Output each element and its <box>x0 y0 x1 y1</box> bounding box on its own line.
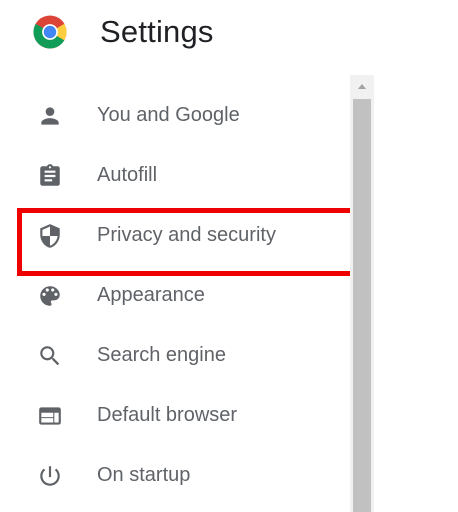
power-icon <box>37 463 63 489</box>
search-icon <box>37 343 63 369</box>
page-title: Settings <box>100 14 214 49</box>
sidebar-item-label: Search engine <box>97 344 226 366</box>
sidebar-item-label: Default browser <box>97 404 238 426</box>
clipboard-icon <box>37 163 63 189</box>
sidebar-item-autofill[interactable]: Autofill <box>0 145 345 205</box>
palette-icon <box>37 283 63 309</box>
scrollbar[interactable] <box>350 75 374 512</box>
sidebar-item-on-startup[interactable]: On startup <box>0 445 345 505</box>
scroll-up-arrow-icon[interactable] <box>350 75 374 97</box>
shield-icon <box>37 223 63 249</box>
sidebar-item-label: You and Google <box>97 104 240 126</box>
sidebar-item-label: On startup <box>97 464 191 486</box>
sidebar-item-appearance[interactable]: Appearance <box>0 265 345 325</box>
sidebar-item-search-engine[interactable]: Search engine <box>0 325 345 385</box>
sidebar-item-default-browser[interactable]: Default browser <box>0 385 345 445</box>
sidebar-item-label: Appearance <box>97 284 205 306</box>
sidebar-item-privacy-and-security[interactable]: Privacy and security <box>0 205 345 265</box>
chrome-logo-icon <box>32 14 68 50</box>
sidebar-item-label: Privacy and security <box>97 224 276 246</box>
sidebar-item-label: Autofill <box>97 164 158 186</box>
person-icon <box>37 103 63 129</box>
browser-window-icon <box>37 403 63 429</box>
sidebar-item-you-and-google[interactable]: You and Google <box>0 85 345 145</box>
scrollbar-thumb[interactable] <box>353 99 371 512</box>
